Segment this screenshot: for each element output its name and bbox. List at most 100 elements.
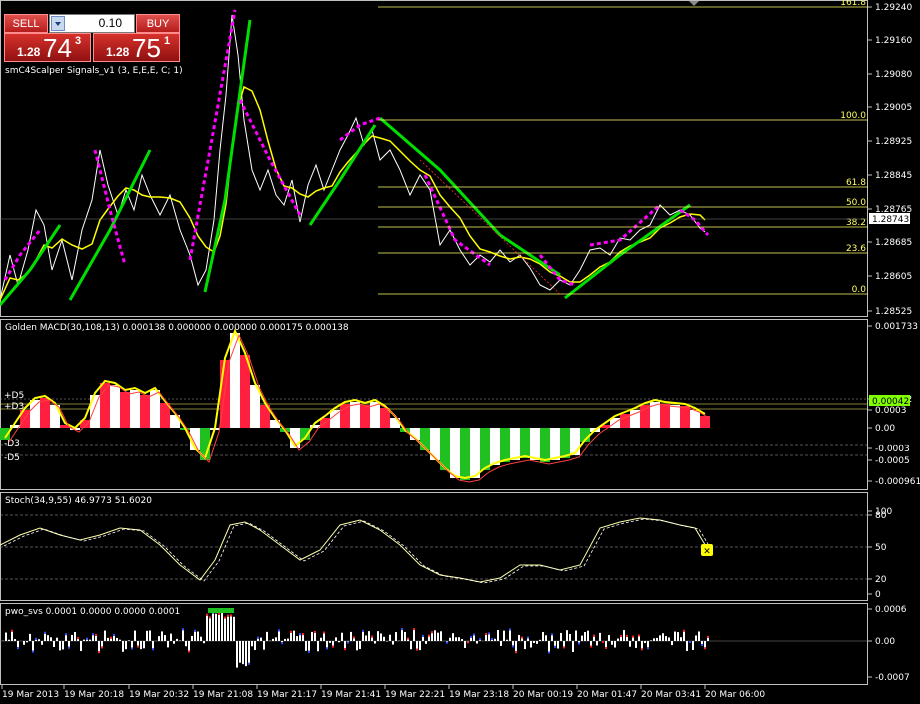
pwo-bar xyxy=(230,616,232,641)
pwo-bar xyxy=(614,641,616,648)
macd-bar xyxy=(360,405,370,428)
pwo-bar xyxy=(542,631,544,641)
pwo-bar-tip xyxy=(206,613,208,616)
pwo-bar-tip xyxy=(137,645,139,648)
pwo-bar-tip xyxy=(314,630,316,633)
sell-button[interactable]: SELL xyxy=(4,14,48,33)
macd-level-label: -D3 xyxy=(4,439,20,449)
pwo-bar xyxy=(500,641,502,646)
pwo-bar xyxy=(668,637,670,641)
pwo-bar xyxy=(485,634,487,641)
one-click-trading-panel: SELL 0.10 BUY 1.28 74 3 1.28 75 1 xyxy=(4,14,180,63)
pwo-bar-tip xyxy=(44,631,46,634)
pwo-bar xyxy=(560,632,562,641)
lot-size-value: 0.10 xyxy=(98,16,122,30)
pwo-bar xyxy=(164,635,166,641)
macd-current-label: 0.00042 xyxy=(872,397,909,407)
sell-price-button[interactable]: 1.28 74 3 xyxy=(4,33,91,63)
pwo-bar xyxy=(503,630,505,641)
pwo-bar xyxy=(683,631,685,641)
current-price-label: 1.28743 xyxy=(872,215,909,225)
pwo-bar xyxy=(611,641,613,645)
pwo-bar-tip xyxy=(101,646,103,649)
buy-button[interactable]: BUY xyxy=(136,14,180,33)
pwo-bar xyxy=(92,635,94,641)
bear-signal-line xyxy=(538,254,576,287)
pwo-bar xyxy=(62,641,64,650)
pwo-bar xyxy=(95,635,97,641)
pwo-bar xyxy=(629,641,631,647)
pwo-bar-tip xyxy=(638,634,640,637)
pwo-bar xyxy=(440,631,442,641)
pwo-bar xyxy=(236,641,238,668)
pwo-bar xyxy=(608,635,610,641)
macd-axis-label: -0.0005 xyxy=(875,456,910,466)
buy-price-pip: 1 xyxy=(164,35,171,47)
pwo-bar xyxy=(38,639,40,641)
pwo-bar-tip xyxy=(152,648,154,651)
pwo-bar xyxy=(695,635,697,641)
macd-bar xyxy=(510,428,520,460)
pwo-bar xyxy=(458,637,460,641)
pwo-bar xyxy=(125,641,127,650)
pwo-bar xyxy=(506,639,508,641)
pwo-bar xyxy=(74,631,76,641)
pwo-bar xyxy=(29,633,31,641)
pwo-bar xyxy=(305,641,307,651)
pwo-bar xyxy=(278,631,280,641)
pwo-bar xyxy=(140,641,142,650)
macd-bar xyxy=(490,428,500,465)
macd-bar xyxy=(120,392,130,428)
pwo-bar xyxy=(188,641,190,651)
pwo-bar-tip xyxy=(683,629,685,632)
time-label: 19 Mar 21:08 xyxy=(193,690,253,700)
price-label: 1.28525 xyxy=(875,307,912,317)
pwo-bar xyxy=(83,639,85,641)
pwo-bar xyxy=(692,641,694,651)
lot-dropdown-icon[interactable] xyxy=(51,16,65,31)
pwo-bar xyxy=(335,637,337,641)
pwo-bar xyxy=(17,641,19,648)
pwo-bar xyxy=(410,641,412,650)
macd-bar xyxy=(570,428,580,455)
pwo-bar xyxy=(572,641,574,652)
pwo-bar xyxy=(353,638,355,641)
pwo-bar xyxy=(176,638,178,641)
pwo-bar xyxy=(320,637,322,641)
pwo-bar-tip xyxy=(32,650,34,653)
pwo-bar xyxy=(497,630,499,641)
buy-price-button[interactable]: 1.28 75 1 xyxy=(93,33,180,63)
pwo-bar xyxy=(41,641,43,645)
stoch-signal-line xyxy=(3,518,712,584)
pwo-bar xyxy=(383,636,385,641)
pwo-bar xyxy=(530,641,532,648)
pwo-bar xyxy=(476,641,478,644)
pwo-bar xyxy=(239,641,241,663)
pwo-bar-tip xyxy=(182,628,184,631)
pwo-bar xyxy=(479,640,481,641)
pwo-bar xyxy=(401,630,403,641)
pwo-bar-tip xyxy=(548,651,550,654)
pwo-bar-tip xyxy=(527,636,529,639)
pwo-bar xyxy=(365,635,367,641)
pwo-bar xyxy=(671,641,673,646)
bull-signal-line xyxy=(68,149,152,301)
macd-bar xyxy=(340,404,350,428)
price-label: 1.28605 xyxy=(875,272,912,282)
macd-bar xyxy=(130,390,140,428)
pwo-bar xyxy=(77,639,79,641)
pwo-bar-tip xyxy=(77,637,79,640)
pwo-bar xyxy=(116,637,118,641)
fib-label: 23.6 xyxy=(846,244,866,254)
lot-size-input[interactable]: 0.10 xyxy=(49,14,135,33)
pwo-bar xyxy=(617,638,619,641)
pwo-bar xyxy=(245,641,247,667)
pwo-bar xyxy=(197,631,199,641)
pwo-bar-tip xyxy=(473,633,475,636)
time-label: 19 Mar 21:17 xyxy=(257,690,317,700)
trading-chart[interactable]: 161.8 100.0 61.8 50.0 38.2 23.6 0.0 1.29240 1.2… xyxy=(0,0,920,704)
time-label: 20 Mar 06:00 xyxy=(705,690,765,700)
price-label: 1.29080 xyxy=(875,70,912,80)
scroll-marker-icon[interactable] xyxy=(689,1,699,6)
pwo-axis-label: 0.0006 xyxy=(875,605,907,615)
